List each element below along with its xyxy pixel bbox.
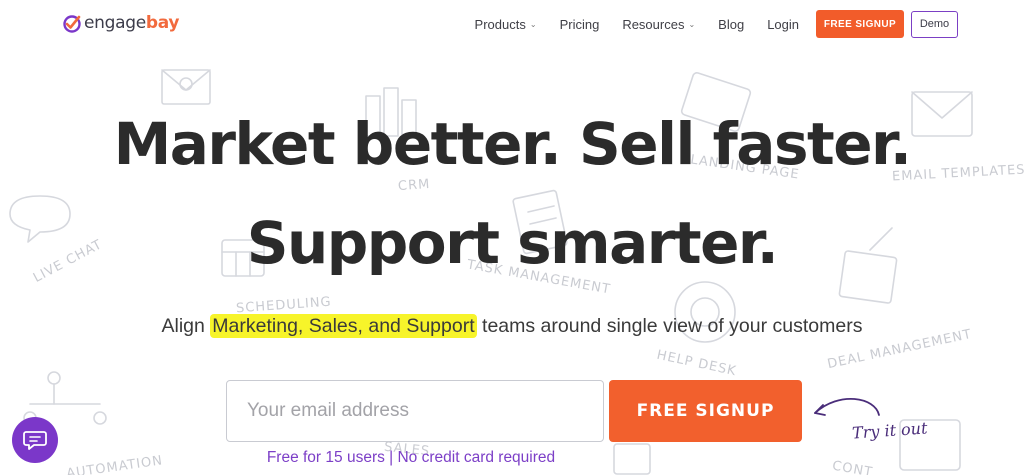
nav-pricing-label: Pricing — [559, 16, 600, 32]
nav-products-label: Products — [474, 16, 526, 32]
signup-note: Free for 15 users | No credit card requi… — [0, 449, 1024, 467]
top-navigation-bar: engagebay Products ⌄ Pricing Resources ⌄… — [0, 0, 1024, 46]
chat-widget-button[interactable] — [12, 417, 58, 463]
nav-resources[interactable]: Resources ⌄ — [622, 17, 695, 32]
nav-pricing[interactable]: Pricing — [560, 17, 600, 32]
chevron-down-icon: ⌄ — [529, 19, 537, 29]
subheadline-highlight: Marketing, Sales, and Support — [210, 314, 477, 338]
hero-subheadline: Align Marketing, Sales, and Support team… — [0, 313, 1024, 339]
bg-label-help-desk: HELP DESK — [655, 347, 738, 380]
signup-note-text: Free for 15 users | No credit card requi… — [266, 449, 556, 466]
nav-login[interactable]: Login — [767, 17, 799, 32]
header-demo-button[interactable]: Demo — [911, 10, 958, 38]
nav-products[interactable]: Products ⌄ — [475, 17, 537, 32]
engagebay-logo-icon — [62, 13, 82, 33]
email-field[interactable] — [226, 380, 604, 442]
logo-wordmark: engagebay — [84, 13, 180, 33]
nav-login-label: Login — [767, 16, 799, 32]
hero-headline-line2: Support smarter. — [246, 209, 779, 277]
nav-blog[interactable]: Blog — [718, 17, 744, 32]
subheadline-suffix: teams around single view of your custome… — [476, 315, 863, 337]
nav-resources-label: Resources — [622, 16, 685, 32]
chevron-down-icon: ⌄ — [688, 19, 696, 29]
subheadline-prefix: Align — [161, 315, 211, 337]
header-free-signup-button[interactable]: FREE SIGNUP — [816, 10, 904, 38]
hero-free-signup-button[interactable]: FREE SIGNUP — [609, 380, 802, 442]
envelope-icon — [161, 69, 211, 105]
try-it-out-annotation: Try it out — [851, 418, 929, 443]
chat-bubble-icon — [23, 431, 47, 450]
logo-link[interactable]: engagebay — [62, 12, 180, 34]
main-nav: Products ⌄ Pricing Resources ⌄ Blog Logi… — [452, 10, 958, 38]
nav-blog-label: Blog — [718, 16, 745, 32]
hero-headline-line1: Market better. Sell faster. — [113, 110, 912, 178]
